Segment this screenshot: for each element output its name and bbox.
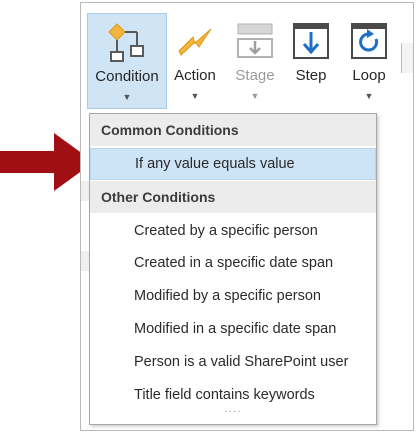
next-ribbon-button-edge: [401, 43, 413, 73]
menu-item-if-any-value-equals-value[interactable]: If any value equals value: [90, 148, 376, 180]
step-down-arrow-icon: [291, 21, 331, 61]
step-button[interactable]: Step: [285, 13, 337, 109]
stage-icon: [235, 21, 275, 61]
condition-dropdown-menu: Common Conditions If any value equals va…: [89, 113, 377, 425]
menu-item-created-in-date-span[interactable]: Created in a specific date span: [90, 247, 376, 279]
action-button-label: Action: [174, 67, 216, 84]
chevron-down-icon: ▼: [250, 91, 260, 101]
section-header-other-conditions: Other Conditions: [90, 181, 376, 213]
chevron-down-icon: ▼: [122, 92, 132, 102]
ribbon-toolbar: Condition ▼ Action ▼ Stage ▼ Step Loop ▼: [81, 3, 413, 109]
loop-refresh-icon: [349, 21, 389, 61]
sharepoint-designer-window: Condition ▼ Action ▼ Stage ▼ Step Loop ▼…: [80, 2, 414, 431]
condition-button[interactable]: Condition ▼: [87, 13, 167, 109]
section-header-common-conditions: Common Conditions: [90, 114, 376, 146]
menu-item-modified-by-specific-person[interactable]: Modified by a specific person: [90, 280, 376, 312]
chevron-down-icon: ▼: [364, 91, 374, 101]
step-button-label: Step: [295, 67, 327, 84]
menu-item-modified-in-date-span[interactable]: Modified in a specific date span: [90, 313, 376, 345]
action-button[interactable]: Action ▼: [169, 13, 221, 109]
resize-grip[interactable]: ····: [90, 406, 376, 417]
chevron-down-icon: ▼: [190, 91, 200, 101]
lightning-bolt-icon: [175, 21, 215, 61]
loop-button[interactable]: Loop ▼: [343, 13, 395, 109]
menu-item-person-valid-sharepoint-user[interactable]: Person is a valid SharePoint user: [90, 346, 376, 378]
menu-item-created-by-specific-person[interactable]: Created by a specific person: [90, 215, 376, 247]
stage-button-label: Stage: [235, 67, 275, 84]
condition-button-label: Condition: [95, 68, 159, 85]
stage-button[interactable]: Stage ▼: [229, 13, 281, 109]
loop-button-label: Loop: [352, 67, 386, 84]
condition-flowchart-icon: [107, 22, 147, 62]
